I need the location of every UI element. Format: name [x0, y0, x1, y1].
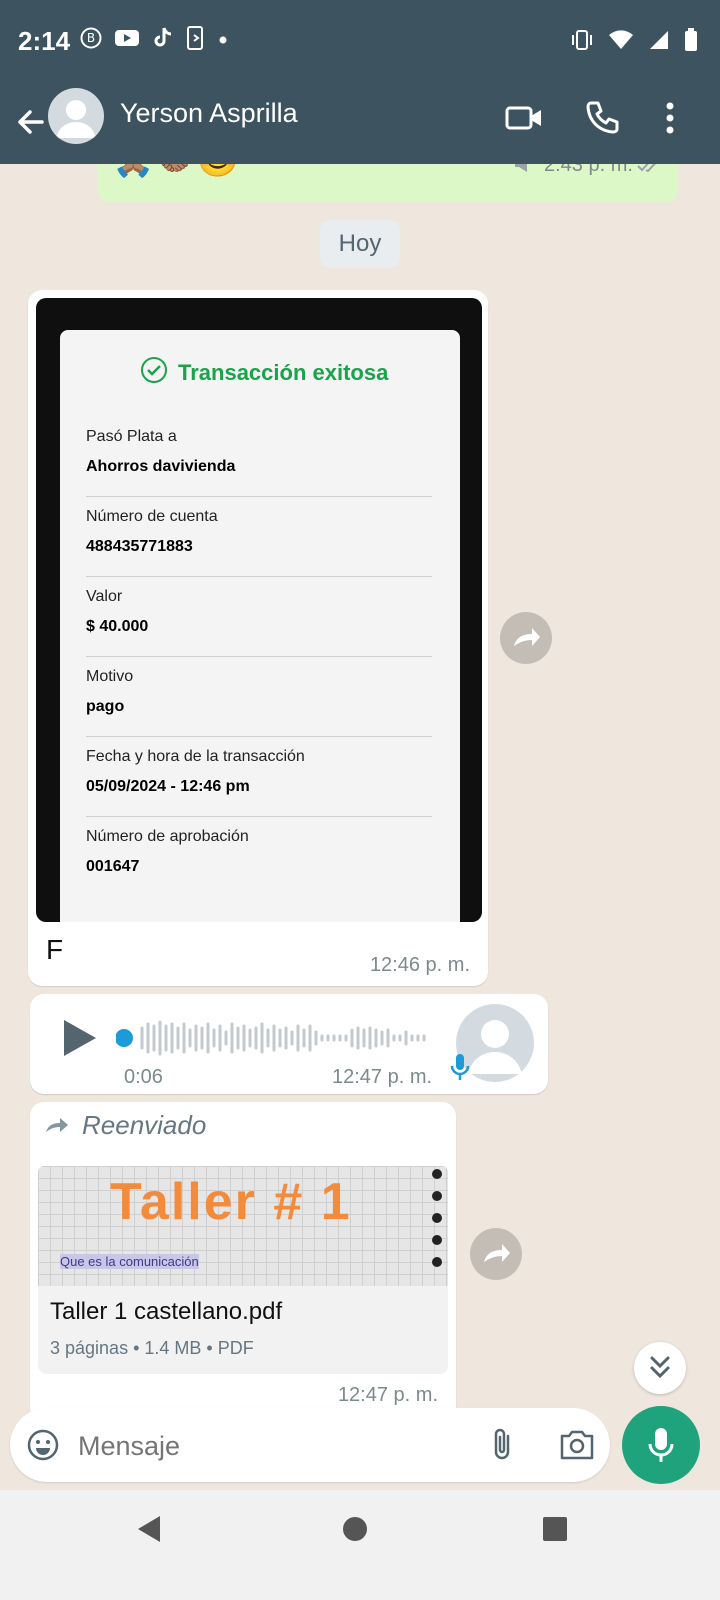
forwarded-icon [44, 1114, 70, 1141]
audio-time: 12:47 p. m. [332, 1066, 433, 1088]
scroll-down-button[interactable] [634, 1342, 686, 1394]
screen-icon [186, 26, 206, 55]
check-circle-icon [140, 356, 168, 390]
system-nav-bar [0, 1490, 720, 1600]
receipt-value: 05/09/2024 - 12:46 pm [86, 778, 250, 795]
receipt-card: Transacción exitosa Pasó Plata a Ahorros… [60, 330, 460, 922]
record-voice-button[interactable] [622, 1406, 700, 1484]
receipt-row: Fecha y hora de la transacción 05/09/202… [86, 740, 432, 817]
nav-recents-icon[interactable] [542, 1516, 568, 1547]
previous-time: 2:43 p. m. [544, 164, 633, 176]
play-icon[interactable] [62, 1018, 98, 1063]
document-message[interactable]: Reenviado Taller # 1 Que es la comunicac… [30, 1102, 456, 1420]
nav-back-icon[interactable] [136, 1514, 164, 1549]
mic-small-icon [450, 1052, 470, 1087]
receipt-value: pago [86, 698, 125, 715]
receipt-value: 488435771883 [86, 538, 193, 555]
file-pages: 3 páginas [50, 1338, 129, 1358]
receipt-label: Número de cuenta [86, 508, 218, 525]
receipt-value: $ 40.000 [86, 618, 149, 635]
video-call-icon[interactable] [504, 98, 544, 138]
receipt-row: Valor $ 40.000 [86, 580, 432, 657]
receipt-image[interactable]: Transacción exitosa Pasó Plata a Ahorros… [36, 298, 482, 922]
svg-text:B: B [87, 31, 95, 45]
dot-icon [218, 32, 228, 50]
receipt-message[interactable]: Transacción exitosa Pasó Plata a Ahorros… [28, 290, 488, 986]
receipt-row: Pasó Plata a Ahorros davivienda [86, 420, 432, 497]
chat-header: Yerson Asprilla [0, 84, 720, 164]
forward-button[interactable] [470, 1228, 522, 1280]
audio-duration: 0:06 [124, 1066, 163, 1088]
receipt-label: Motivo [86, 668, 134, 685]
preview-line: Que es la comunicación [60, 1254, 199, 1269]
previous-message[interactable]: 🙏🏽🤝🏽😊 2:43 p. m. [98, 164, 678, 202]
back-arrow-icon[interactable] [12, 102, 52, 142]
document-preview[interactable]: Taller # 1 Que es la comunicación [38, 1166, 448, 1286]
attach-icon[interactable] [488, 1426, 518, 1469]
phone-icon[interactable] [582, 98, 622, 138]
receipt-label: Pasó Plata a [86, 428, 177, 445]
previous-emojis: 🙏🏽🤝🏽😊 [112, 164, 239, 180]
receipt-row: Motivo pago [86, 660, 432, 737]
mic-icon [647, 1426, 675, 1471]
preview-title: Taller # 1 [110, 1173, 352, 1231]
wifi-icon [608, 29, 634, 56]
spiral-binding [430, 1166, 444, 1286]
receipt-row: Número de cuenta 488435771883 [86, 500, 432, 577]
day-separator: Hoy [320, 220, 400, 268]
forwarded-label: Reenviado [82, 1110, 207, 1140]
receipt-value: Ahorros davivienda [86, 458, 236, 475]
emoji-icon[interactable] [26, 1428, 60, 1467]
message-input[interactable] [76, 1422, 460, 1470]
contact-name[interactable]: Yerson Asprilla [120, 98, 298, 129]
file-details: 3 páginas • 1.4 MB • PDF [50, 1338, 254, 1358]
file-type: PDF [217, 1338, 254, 1358]
audio-message[interactable]: 0:06 12:47 p. m. [30, 994, 548, 1094]
receipt-title-text: Transacción exitosa [178, 360, 389, 385]
receipt-time: 12:46 p. m. [369, 954, 470, 976]
status-time: 2:14 [18, 26, 71, 56]
double-check-icon [636, 164, 664, 179]
vibrate-icon [570, 29, 594, 56]
tiktok-icon [152, 26, 174, 55]
document-time: 12:47 p. m. [337, 1384, 438, 1406]
receipt-row: Número de aprobación 001647 [86, 820, 432, 896]
receipt-label: Número de aprobación [86, 828, 249, 845]
camera-icon[interactable] [558, 1428, 596, 1467]
more-vert-icon[interactable] [652, 98, 692, 138]
signal-icon [648, 29, 670, 56]
message-input-bar [10, 1408, 610, 1482]
double-chevron-down-icon [648, 1354, 672, 1387]
b-icon: B [80, 27, 102, 54]
battery-icon [684, 28, 698, 57]
receipt-value: 001647 [86, 858, 140, 875]
chat-area[interactable]: 🙏🏽🤝🏽😊 2:43 p. m. Hoy Transacción exitosa… [0, 164, 720, 1420]
file-name: Taller 1 castellano.pdf [50, 1298, 283, 1325]
forward-button[interactable] [500, 612, 552, 664]
status-bar: 2:14 B [0, 0, 720, 84]
document-info[interactable]: Taller 1 castellano.pdf 3 páginas • 1.4 … [38, 1286, 448, 1374]
youtube-icon [114, 28, 140, 53]
contact-avatar[interactable] [48, 88, 104, 144]
receipt-label: Fecha y hora de la transacción [86, 748, 305, 765]
receipt-caption: F [46, 934, 64, 965]
nav-home-icon[interactable] [342, 1516, 368, 1547]
waveform[interactable] [115, 1018, 436, 1063]
file-size: 1.4 MB [144, 1338, 202, 1358]
receipt-label: Valor [86, 588, 123, 605]
receipt-title: Transacción exitosa [140, 356, 388, 390]
status-right-icons [570, 28, 698, 57]
status-left-icons: B [80, 26, 228, 55]
megaphone-icon [512, 164, 536, 179]
